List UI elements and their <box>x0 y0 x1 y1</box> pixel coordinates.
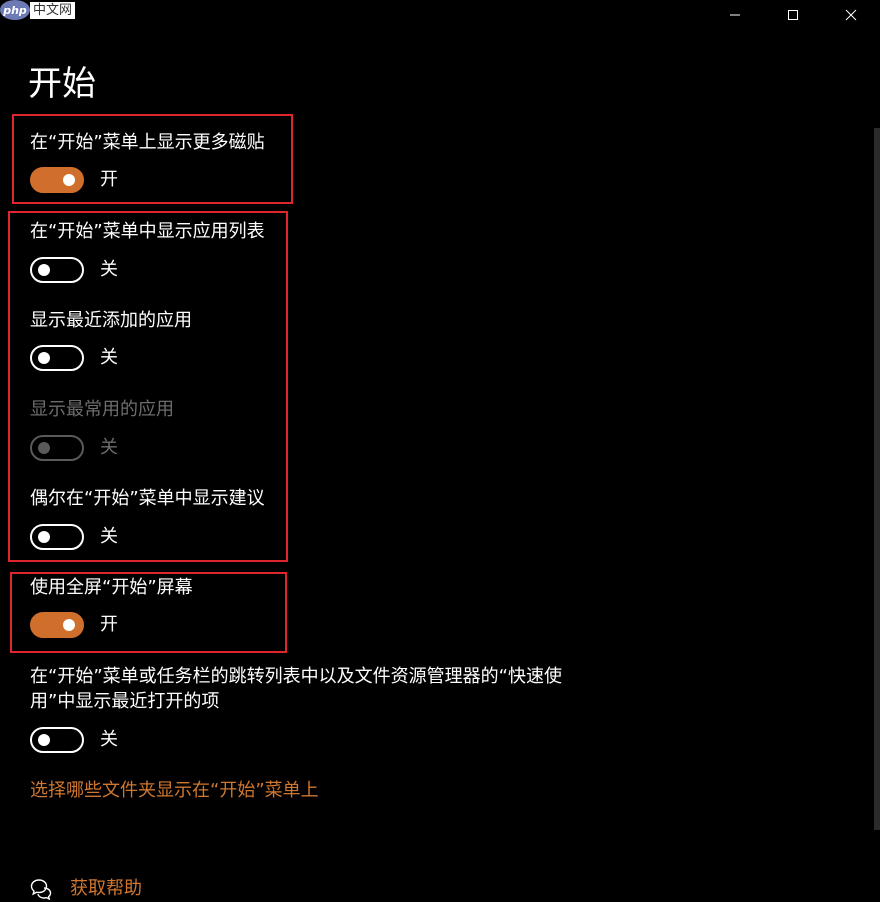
toggle-knob <box>38 734 50 746</box>
toggle-state-most-used: 关 <box>100 437 118 458</box>
toggle-knob <box>38 264 50 276</box>
maximize-button[interactable] <box>764 0 822 30</box>
page-title: 开始 <box>28 64 96 104</box>
toggle-recent-items[interactable] <box>30 727 84 753</box>
setting-row-suggestions: 关 <box>30 524 118 550</box>
scrollbar[interactable] <box>874 128 880 830</box>
toggle-knob <box>38 352 50 364</box>
toggle-knob <box>63 174 75 186</box>
toggle-most-used <box>30 435 84 461</box>
toggle-state-app-list: 关 <box>100 259 118 280</box>
setting-row-fullscreen-start: 开 <box>30 612 118 638</box>
setting-label-fullscreen-start: 使用全屏“开始”屏幕 <box>30 577 193 598</box>
toggle-knob <box>38 442 50 454</box>
minimize-icon <box>730 14 740 16</box>
toggle-state-recently-added: 关 <box>100 347 118 368</box>
get-help-row[interactable]: 获取帮助 <box>30 876 142 902</box>
toggle-state-recent-items: 关 <box>100 729 118 750</box>
get-help-label: 获取帮助 <box>70 878 142 899</box>
watermark-text: 中文网 <box>30 1 76 19</box>
toggle-fullscreen-start[interactable] <box>30 612 84 638</box>
close-button[interactable] <box>822 0 880 30</box>
setting-row-most-used: 关 <box>30 435 118 461</box>
toggle-more-tiles[interactable] <box>30 167 84 193</box>
setting-row-recent-items: 关 <box>30 727 118 753</box>
setting-label-suggestions: 偶尔在“开始”菜单中显示建议 <box>30 488 265 509</box>
choose-folders-link[interactable]: 选择哪些文件夹显示在“开始”菜单上 <box>30 778 319 804</box>
watermark-php: php <box>0 0 30 20</box>
setting-label-more-tiles: 在“开始”菜单上显示更多磁贴 <box>30 132 265 153</box>
setting-label-recent-items-line1: 在“开始”菜单或任务栏的跳转列表中以及文件资源管理器的“快速使 <box>30 666 562 687</box>
setting-label-recently-added: 显示最近添加的应用 <box>30 310 192 331</box>
chat-help-icon <box>30 879 52 900</box>
setting-label-app-list: 在“开始”菜单中显示应用列表 <box>30 221 265 242</box>
close-icon <box>845 9 857 21</box>
setting-row-app-list: 关 <box>30 257 118 283</box>
toggle-recently-added[interactable] <box>30 345 84 371</box>
toggle-knob <box>38 531 50 543</box>
setting-row-recently-added: 关 <box>30 345 118 371</box>
setting-row-more-tiles: 开 <box>30 167 118 193</box>
toggle-state-more-tiles: 开 <box>100 169 118 190</box>
toggle-state-fullscreen-start: 开 <box>100 614 118 635</box>
setting-label-recent-items-line2: 用”中显示最近打开的项 <box>30 691 220 712</box>
watermark-logo: php 中文网 <box>0 0 82 20</box>
toggle-state-suggestions: 关 <box>100 526 118 547</box>
maximize-icon <box>788 10 798 20</box>
minimize-button[interactable] <box>706 0 764 30</box>
toggle-suggestions[interactable] <box>30 524 84 550</box>
toggle-knob <box>63 619 75 631</box>
setting-label-most-used: 显示最常用的应用 <box>30 399 174 420</box>
window-controls <box>706 0 880 30</box>
toggle-app-list[interactable] <box>30 257 84 283</box>
